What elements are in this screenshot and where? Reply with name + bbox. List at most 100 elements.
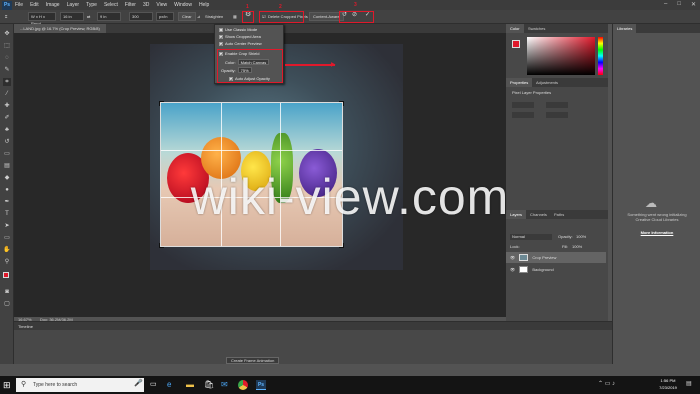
- crop-grid-line: [161, 150, 342, 152]
- healing-tool-icon[interactable]: ✚: [3, 102, 11, 110]
- y-field[interactable]: [546, 112, 568, 118]
- more-information-link[interactable]: More Information: [621, 230, 693, 235]
- crop-settings-menu: Use Classic Mode ✓ Show Cropped Area ✓ Aut…: [214, 24, 284, 84]
- history-brush-icon[interactable]: ↺: [3, 138, 11, 146]
- menu-layer[interactable]: Layer: [67, 2, 80, 8]
- fill-field[interactable]: 100%: [572, 244, 582, 249]
- taskbar-search-input[interactable]: Type here to search: [16, 378, 144, 392]
- mail-icon[interactable]: ✉: [221, 380, 231, 390]
- menu-window[interactable]: Window: [174, 2, 192, 8]
- annotation-box-gear: [242, 11, 254, 23]
- tab-properties[interactable]: Properties: [506, 78, 533, 87]
- minimize-button[interactable]: –: [664, 1, 667, 8]
- lasso-tool-icon[interactable]: ◌: [3, 54, 11, 62]
- marquee-tool-icon[interactable]: ⬚: [3, 42, 11, 50]
- clear-button[interactable]: Clear: [178, 12, 196, 21]
- stamp-tool-icon[interactable]: ♣: [3, 126, 11, 134]
- ratio-select[interactable]: W x H x Resol...: [28, 12, 56, 26]
- hand-tool-icon[interactable]: ✋: [3, 246, 11, 254]
- store-icon[interactable]: 🛍: [204, 380, 214, 390]
- tray-icons[interactable]: ⌃ ▭ ♪: [598, 380, 615, 387]
- tab-libraries[interactable]: Libraries: [613, 24, 637, 33]
- width-field[interactable]: [512, 102, 534, 108]
- crop-handle-bottom-right[interactable]: [339, 243, 344, 248]
- crop-handle-top-right[interactable]: [339, 101, 344, 106]
- crop-options-bar: ⌗ W x H x Resol... 16 in ⇄ 9 in 300 px/i…: [0, 10, 700, 26]
- move-tool-icon[interactable]: ✥: [3, 30, 11, 38]
- photoshop-taskbar-icon[interactable]: Ps: [256, 380, 266, 390]
- auto-center-preview-option[interactable]: ✓ Auto Center Preview: [219, 41, 262, 46]
- show-cropped-area-option[interactable]: ✓ Show Cropped Area: [219, 34, 261, 39]
- x-field[interactable]: [512, 112, 534, 118]
- watermark-text: wiki-view.com: [190, 169, 510, 225]
- photoshop-logo-icon: Ps: [2, 0, 12, 10]
- menu-filter[interactable]: Filter: [125, 2, 136, 8]
- crop-tool-icon[interactable]: ⌗: [5, 13, 7, 20]
- layer-name[interactable]: Background: [532, 267, 553, 272]
- panel-foreground-swatch[interactable]: [512, 40, 520, 48]
- menu-image[interactable]: Image: [46, 2, 60, 8]
- eyedropper-tool-icon[interactable]: ⁄: [3, 90, 11, 98]
- crop-tool-icon[interactable]: ⌗: [3, 78, 11, 86]
- use-classic-mode-option[interactable]: Use Classic Mode: [219, 27, 257, 32]
- layer-row-background[interactable]: 👁 Background: [506, 264, 606, 275]
- annotation-number-2: 2: [279, 4, 282, 10]
- resolution-field[interactable]: 300: [129, 12, 153, 21]
- straighten-icon[interactable]: ⊿: [197, 13, 200, 20]
- tab-color[interactable]: Color: [506, 24, 524, 33]
- layer-name[interactable]: Crop Preview: [532, 255, 556, 260]
- clock-date[interactable]: 7/23/2019: [655, 385, 681, 390]
- menu-bar: Ps File Edit Image Layer Type Select Fil…: [0, 0, 700, 10]
- document-tab[interactable]: ...LAND.jpg @ 16.7% (Crop Preview, RGB/8…: [14, 24, 106, 33]
- option-label: Auto Center Preview: [225, 41, 262, 46]
- straighten-label[interactable]: Straighten: [205, 13, 223, 20]
- maximize-button[interactable]: □: [677, 1, 681, 8]
- notifications-icon[interactable]: ▤: [686, 380, 692, 387]
- height-field[interactable]: [546, 102, 568, 108]
- checkbox[interactable]: [219, 27, 223, 32]
- blend-mode-select[interactable]: Normal: [510, 234, 552, 240]
- zoom-tool-icon[interactable]: ⚲: [3, 258, 11, 266]
- brush-tool-icon[interactable]: ✐: [3, 114, 11, 122]
- hue-slider[interactable]: [598, 37, 603, 75]
- shape-tool-icon[interactable]: ▭: [3, 234, 11, 242]
- layer-opacity-field[interactable]: 100%: [576, 234, 586, 239]
- color-picker-field[interactable]: [527, 37, 595, 75]
- layer-row-crop-preview[interactable]: 👁 Background Crop Preview: [506, 252, 606, 263]
- foreground-color-swatch[interactable]: [3, 272, 9, 278]
- task-view-icon[interactable]: ▭: [150, 380, 160, 390]
- eye-icon[interactable]: 👁: [510, 267, 515, 272]
- close-button[interactable]: ✕: [691, 1, 696, 8]
- menu-3d[interactable]: 3D: [143, 2, 149, 8]
- resolution-unit-select[interactable]: px/in: [156, 12, 174, 21]
- width-field[interactable]: 16 in: [60, 12, 84, 21]
- create-frame-animation-button[interactable]: Create Frame Animation: [226, 357, 280, 364]
- checkbox-checked[interactable]: ✓: [219, 41, 223, 46]
- crop-handle-top-left[interactable]: [159, 101, 164, 106]
- menu-type[interactable]: Type: [86, 2, 97, 8]
- crop-handle-bottom-left[interactable]: [159, 243, 164, 248]
- overlay-grid-icon[interactable]: ▦: [233, 13, 237, 20]
- checkbox-checked[interactable]: ✓: [219, 34, 223, 39]
- menu-help[interactable]: Help: [199, 2, 209, 8]
- edge-browser-icon[interactable]: e: [167, 380, 177, 390]
- menu-edit[interactable]: Edit: [30, 2, 39, 8]
- swap-icon[interactable]: ⇄: [87, 13, 90, 20]
- tab-adjustments[interactable]: Adjustments: [532, 78, 562, 87]
- eye-icon[interactable]: 👁: [510, 255, 515, 260]
- tab-swatches[interactable]: Swatches: [524, 24, 549, 33]
- microphone-icon[interactable]: 🎤: [134, 379, 143, 387]
- menu-file[interactable]: File: [15, 2, 23, 8]
- menu-view[interactable]: View: [156, 2, 167, 8]
- eraser-tool-icon[interactable]: ▭: [3, 150, 11, 158]
- menu-select[interactable]: Select: [104, 2, 118, 8]
- chrome-icon[interactable]: [238, 380, 248, 390]
- quick-mask-icon[interactable]: ◙: [3, 288, 11, 296]
- file-explorer-icon[interactable]: ▬: [186, 380, 196, 390]
- pixel-layer-label: Pixel Layer Properties: [512, 90, 552, 95]
- screen-mode-icon[interactable]: ▢: [3, 300, 11, 308]
- quick-select-tool-icon[interactable]: ✎: [3, 66, 11, 74]
- clock-time[interactable]: 1:56 PM: [655, 378, 681, 383]
- windows-start-icon[interactable]: ⊞: [3, 380, 13, 390]
- height-field[interactable]: 9 in: [97, 12, 121, 21]
